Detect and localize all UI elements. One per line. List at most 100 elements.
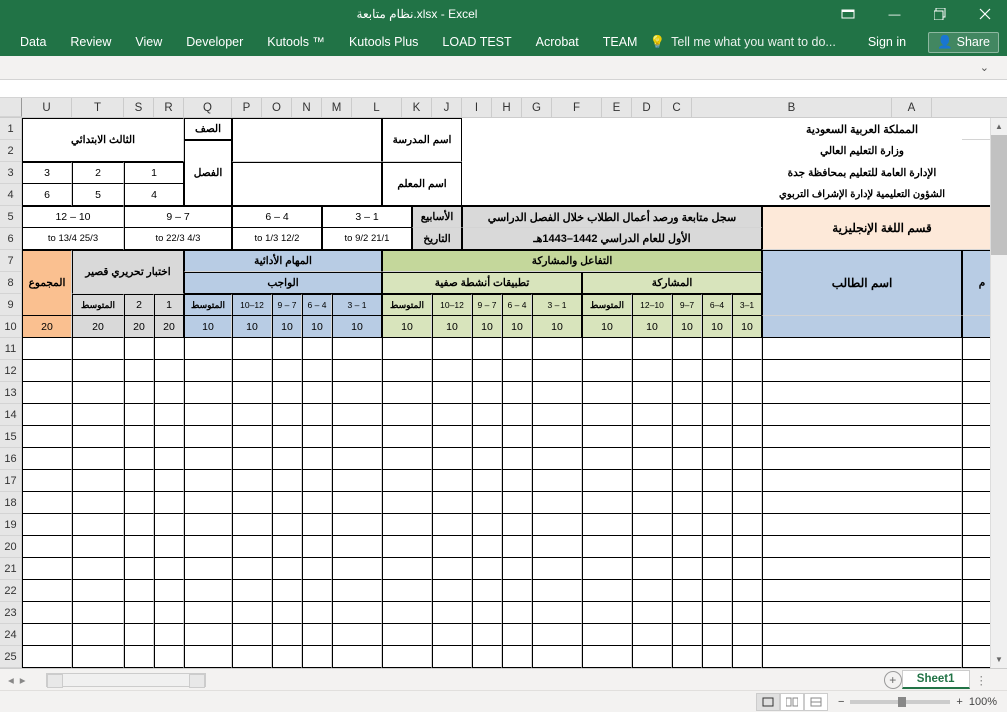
col-E[interactable]: E bbox=[602, 98, 632, 117]
data-cell[interactable] bbox=[672, 426, 702, 448]
row-header[interactable]: 8 bbox=[0, 272, 22, 294]
v-p[interactable]: 10 bbox=[232, 316, 272, 338]
data-cell[interactable] bbox=[502, 470, 532, 492]
zoom-out-button[interactable]: − bbox=[838, 696, 844, 708]
row-header[interactable]: 16 bbox=[0, 448, 22, 470]
data-cell[interactable] bbox=[732, 580, 762, 602]
ribbon-display-options-icon[interactable] bbox=[834, 9, 862, 19]
data-cell[interactable] bbox=[732, 360, 762, 382]
data-cell[interactable] bbox=[332, 624, 382, 646]
data-cell[interactable] bbox=[22, 646, 72, 668]
col-T[interactable]: T bbox=[72, 98, 124, 117]
data-cell[interactable] bbox=[702, 646, 732, 668]
row-header[interactable]: 12 bbox=[0, 360, 22, 382]
row-header[interactable]: 21 bbox=[0, 558, 22, 580]
sheet-nav-first[interactable]: ◂ bbox=[6, 673, 16, 687]
row-header[interactable]: 15 bbox=[0, 426, 22, 448]
data-cell[interactable] bbox=[232, 624, 272, 646]
col-R[interactable]: R bbox=[154, 98, 184, 117]
sheet-tab-sheet1[interactable]: Sheet1 bbox=[902, 670, 970, 689]
dept-header[interactable]: قسم اللغة الإنجليزية bbox=[762, 206, 1002, 250]
data-cell[interactable] bbox=[532, 360, 582, 382]
data-cell[interactable] bbox=[632, 602, 672, 624]
data-cell[interactable] bbox=[702, 338, 732, 360]
data-cell[interactable] bbox=[502, 514, 532, 536]
date-3[interactable]: 4/3 to 22/3 bbox=[124, 228, 232, 250]
data-cell[interactable] bbox=[472, 580, 502, 602]
horizontal-scrollbar[interactable] bbox=[46, 673, 206, 687]
data-cell[interactable] bbox=[632, 338, 672, 360]
ca-12-10[interactable]: 12–10 bbox=[432, 294, 472, 316]
v-i[interactable]: 10 bbox=[502, 316, 532, 338]
data-cell[interactable] bbox=[702, 470, 732, 492]
data-cell[interactable] bbox=[762, 338, 962, 360]
data-cell[interactable] bbox=[732, 338, 762, 360]
data-cell[interactable] bbox=[432, 514, 472, 536]
term-label[interactable]: الفصل bbox=[184, 140, 232, 206]
data-cell[interactable] bbox=[632, 624, 672, 646]
data-cell[interactable] bbox=[532, 426, 582, 448]
data-cell[interactable] bbox=[22, 492, 72, 514]
data-cell[interactable] bbox=[272, 382, 302, 404]
avg-t[interactable]: المتوسط bbox=[72, 294, 124, 316]
data-cell[interactable] bbox=[382, 426, 432, 448]
grade-label[interactable]: الصف bbox=[184, 118, 232, 140]
tab-loadtest[interactable]: LOAD TEST bbox=[430, 28, 523, 56]
data-cell[interactable] bbox=[632, 492, 672, 514]
data-cell[interactable] bbox=[702, 580, 732, 602]
data-cell[interactable] bbox=[332, 470, 382, 492]
data-cell[interactable] bbox=[532, 382, 582, 404]
data-cell[interactable] bbox=[732, 602, 762, 624]
data-cell[interactable] bbox=[702, 360, 732, 382]
grade-value[interactable]: الثالث الابتدائي bbox=[22, 118, 184, 162]
data-cell[interactable] bbox=[582, 558, 632, 580]
data-cell[interactable] bbox=[502, 646, 532, 668]
avg-g[interactable]: المتوسط bbox=[582, 294, 632, 316]
data-cell[interactable] bbox=[472, 492, 502, 514]
date-1[interactable]: 21/1 to 9/2 bbox=[322, 228, 412, 250]
data-cell[interactable] bbox=[502, 602, 532, 624]
date-label[interactable]: التاريخ bbox=[412, 228, 462, 250]
data-cell[interactable] bbox=[382, 602, 432, 624]
data-cell[interactable] bbox=[582, 646, 632, 668]
minimize-button[interactable]: — bbox=[872, 0, 917, 28]
data-cell[interactable] bbox=[432, 382, 472, 404]
col-C[interactable]: C bbox=[662, 98, 692, 117]
tab-kutools[interactable]: Kutools ™ bbox=[255, 28, 337, 56]
data-cell[interactable] bbox=[582, 602, 632, 624]
data-cell[interactable] bbox=[382, 624, 432, 646]
data-cell[interactable] bbox=[22, 580, 72, 602]
data-cell[interactable] bbox=[432, 580, 472, 602]
data-cell[interactable] bbox=[72, 360, 124, 382]
zoom-in-button[interactable]: + bbox=[956, 696, 962, 708]
data-cell[interactable] bbox=[302, 514, 332, 536]
v-l[interactable]: 10 bbox=[382, 316, 432, 338]
data-cell[interactable] bbox=[154, 360, 184, 382]
data-cell[interactable] bbox=[302, 580, 332, 602]
data-cell[interactable] bbox=[232, 382, 272, 404]
data-cell[interactable] bbox=[22, 624, 72, 646]
ca-7-9[interactable]: 7 – 9 bbox=[472, 294, 502, 316]
col-A[interactable]: A bbox=[892, 98, 932, 117]
data-cell[interactable] bbox=[154, 492, 184, 514]
col-S[interactable]: S bbox=[124, 98, 154, 117]
data-cell[interactable] bbox=[124, 360, 154, 382]
short-2[interactable]: 2 bbox=[124, 294, 154, 316]
data-cell[interactable] bbox=[302, 382, 332, 404]
data-cell[interactable] bbox=[672, 514, 702, 536]
data-cell[interactable] bbox=[332, 558, 382, 580]
data-cell[interactable] bbox=[272, 624, 302, 646]
page-layout-view-button[interactable] bbox=[780, 693, 804, 711]
restore-button[interactable] bbox=[917, 0, 962, 28]
data-cell[interactable] bbox=[22, 558, 72, 580]
data-cell[interactable] bbox=[702, 448, 732, 470]
data-cell[interactable] bbox=[702, 624, 732, 646]
col-M[interactable]: M bbox=[322, 98, 352, 117]
data-cell[interactable] bbox=[762, 602, 962, 624]
data-cell[interactable] bbox=[632, 514, 672, 536]
data-cell[interactable] bbox=[124, 558, 154, 580]
data-cell[interactable] bbox=[502, 624, 532, 646]
data-cell[interactable] bbox=[762, 382, 962, 404]
close-button[interactable] bbox=[962, 0, 1007, 28]
wk-10-12[interactable]: 10 – 12 bbox=[22, 206, 124, 228]
